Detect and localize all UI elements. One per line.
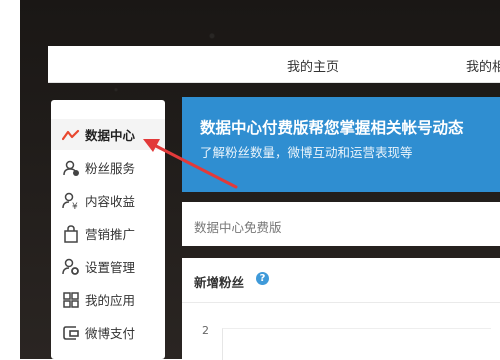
- svg-text:¥: ¥: [72, 202, 78, 210]
- revenue-icon: ¥: [61, 191, 81, 211]
- bag-icon: [61, 224, 81, 244]
- banner-subtitle: 了解粉丝数量，微博互动和运营表现等: [200, 145, 413, 160]
- sidebar-item-label: 粉丝服务: [85, 161, 136, 176]
- sidebar-item-fans-service[interactable]: 粉丝服务: [51, 152, 165, 183]
- nav-my-album[interactable]: 我的相: [466, 56, 500, 75]
- fans-icon: [61, 158, 81, 178]
- help-icon[interactable]: ?: [256, 272, 269, 285]
- sidebar-item-my-apps[interactable]: 我的应用: [51, 284, 165, 315]
- sidebar-item-label: 我的应用: [85, 293, 136, 308]
- banner-title: 数据中心付费版帮您掌握相关帐号动态: [200, 119, 464, 137]
- sidebar-item-label: 内容收益: [85, 194, 136, 209]
- y-axis-tick: 2: [202, 324, 209, 337]
- wallet-icon: [61, 323, 81, 343]
- free-version-panel: 数据中心免费版: [182, 202, 500, 246]
- sidebar-item-label: 微博支付: [85, 326, 136, 341]
- left-page-margin: [0, 0, 21, 359]
- user-gear-icon: [61, 257, 81, 277]
- sidebar-item-label: 设置管理: [85, 260, 136, 275]
- free-version-label[interactable]: 数据中心免费版: [194, 217, 282, 236]
- sidebar-item-content-revenue[interactable]: ¥ 内容收益: [51, 185, 165, 216]
- sidebar-item-data-center[interactable]: 数据中心: [51, 119, 165, 150]
- nav-my-homepage[interactable]: 我的主页: [287, 56, 339, 75]
- sidebar: 数据中心 粉丝服务 ¥ 内容收益 营销推广 设置管理 我的应用 微博支付: [51, 100, 165, 359]
- new-fans-title: 新增粉丝: [194, 275, 245, 290]
- sidebar-item-label: 数据中心: [85, 128, 136, 143]
- sidebar-item-weibo-pay[interactable]: 微博支付: [51, 317, 165, 348]
- sidebar-item-label: 营销推广: [85, 227, 136, 242]
- sidebar-item-settings[interactable]: 设置管理: [51, 251, 165, 282]
- grid-icon: [61, 290, 81, 310]
- top-navigation: 我的主页 我的相: [48, 46, 500, 83]
- divider: [182, 302, 500, 303]
- new-fans-chart-area: [222, 328, 491, 360]
- line-chart-icon: [61, 125, 81, 145]
- new-fans-panel: 新增粉丝 ? 2: [182, 258, 500, 360]
- paid-version-banner[interactable]: 数据中心付费版帮您掌握相关帐号动态 了解粉丝数量，微博互动和运营表现等: [182, 97, 500, 192]
- sidebar-item-marketing[interactable]: 营销推广: [51, 218, 165, 249]
